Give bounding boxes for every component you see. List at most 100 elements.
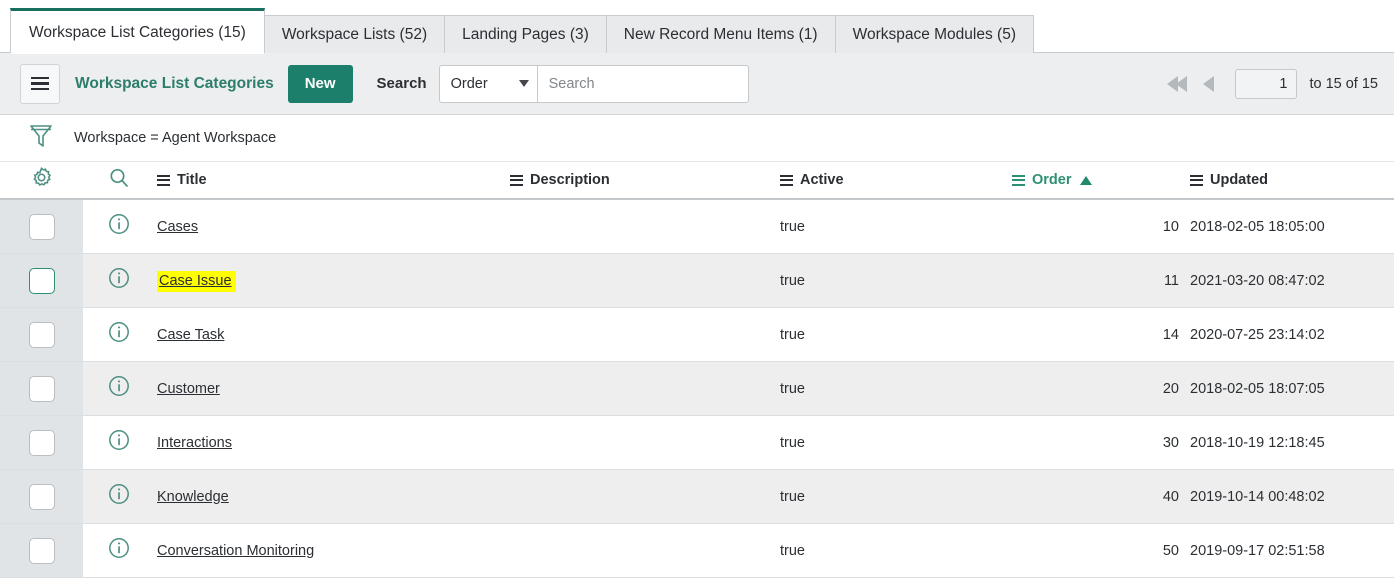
info-icon[interactable] (107, 428, 131, 457)
table-row[interactable]: Cases true 10 2018-02-05 18:05:00 (0, 200, 1394, 254)
sort-ascending-icon (1079, 175, 1092, 185)
info-icon[interactable] (107, 374, 131, 403)
row-checkbox[interactable] (28, 213, 55, 240)
row-title-link[interactable]: Customer (157, 381, 220, 397)
row-title-link[interactable]: Knowledge (157, 489, 229, 505)
row-select-cell (0, 416, 83, 469)
row-info-cell (83, 470, 155, 523)
column-header-updated[interactable]: Updated (1190, 172, 1394, 188)
row-order-value: 20 (1162, 380, 1179, 397)
row-order-value: 14 (1162, 326, 1179, 343)
row-order-cell: 11 (990, 272, 1190, 290)
info-icon[interactable] (107, 266, 131, 295)
row-select-cell (0, 470, 83, 523)
column-header-title-label: Title (177, 172, 207, 188)
row-updated-cell: 2018-02-05 18:07:05 (1190, 380, 1394, 398)
table-row[interactable]: Customer true 20 2018-02-05 18:07:05 (0, 362, 1394, 416)
list-toolbar: Workspace List Categories New Search Ord… (0, 53, 1394, 115)
row-title-cell: Case Issue (155, 270, 510, 292)
table-row[interactable]: Case Task true 14 2020-07-25 23:14:02 (0, 308, 1394, 362)
table-row[interactable]: Case Issue true 11 2021-03-20 08:47:02 (0, 254, 1394, 308)
previous-page-button[interactable] (1198, 72, 1219, 96)
info-icon[interactable] (107, 482, 131, 511)
info-icon[interactable] (107, 212, 131, 241)
funnel-icon[interactable] (28, 122, 54, 155)
info-icon[interactable] (107, 320, 131, 349)
tab-strip: Workspace List Categories (15) Workspace … (0, 0, 1394, 54)
tab-3[interactable]: New Record Menu Items (1) (605, 15, 836, 53)
row-updated-value: 2018-02-05 18:07:05 (1190, 380, 1325, 397)
row-checkbox[interactable] (28, 321, 55, 348)
column-header-active[interactable]: Active (780, 172, 990, 188)
column-menu-icon (157, 174, 170, 186)
column-menu-icon (1012, 174, 1025, 186)
row-select-cell (0, 524, 83, 577)
row-title-link[interactable]: Case Issue (157, 270, 236, 292)
row-info-cell (83, 362, 155, 415)
chevron-down-icon (518, 80, 529, 87)
info-icon[interactable] (107, 536, 131, 565)
row-active-text: true (780, 380, 805, 397)
row-order-value: 40 (1162, 488, 1179, 505)
column-header-description-cell: Description (510, 172, 780, 188)
row-order-value: 11 (1163, 272, 1179, 289)
row-updated-cell: 2018-10-19 12:18:45 (1190, 434, 1394, 452)
row-active-cell: true (780, 542, 990, 560)
row-order-value: 50 (1162, 542, 1179, 559)
row-updated-cell: 2020-07-25 23:14:02 (1190, 326, 1394, 344)
row-active-cell: true (780, 434, 990, 452)
column-menu-icon (1190, 174, 1203, 186)
hamburger-icon (31, 76, 49, 91)
row-active-cell: true (780, 272, 990, 290)
filter-condition-text[interactable]: Workspace = Agent Workspace (74, 130, 276, 146)
row-checkbox[interactable] (28, 375, 55, 402)
row-checkbox[interactable] (28, 429, 55, 456)
table-header-row: Title Description Active Order Updated (0, 162, 1394, 200)
new-button[interactable]: New (287, 64, 353, 103)
column-header-order[interactable]: Order (990, 172, 1190, 188)
list-menu-button[interactable] (20, 63, 60, 104)
list-title-link[interactable]: Workspace List Categories (75, 75, 274, 93)
column-header-order-cell: Order (990, 172, 1190, 188)
row-active-text: true (780, 272, 805, 289)
tab-0[interactable]: Workspace List Categories (15) (10, 8, 265, 54)
first-page-button[interactable] (1162, 72, 1192, 96)
row-order-value: 10 (1162, 218, 1179, 235)
row-active-cell: true (780, 218, 990, 236)
row-order-cell: 40 (990, 488, 1190, 506)
row-title-link[interactable]: Cases (157, 219, 198, 235)
tab-2[interactable]: Landing Pages (3) (444, 15, 607, 53)
row-title-link[interactable]: Conversation Monitoring (157, 543, 314, 559)
tab-1[interactable]: Workspace Lists (52) (263, 15, 446, 53)
table-row[interactable]: Interactions true 30 2018-10-19 12:18:45 (0, 416, 1394, 470)
table-row[interactable]: Conversation Monitoring true 50 2019-09-17 … (0, 524, 1394, 578)
column-header-title[interactable]: Title (157, 172, 510, 188)
row-updated-value: 2019-09-17 02:51:58 (1190, 542, 1325, 559)
tab-4[interactable]: Workspace Modules (5) (834, 15, 1034, 53)
left-arrow-icon (1203, 75, 1215, 92)
row-select-cell (0, 200, 83, 253)
row-active-text: true (780, 488, 805, 505)
column-header-description[interactable]: Description (510, 172, 780, 188)
row-updated-cell: 2019-10-14 00:48:02 (1190, 488, 1394, 506)
row-checkbox[interactable] (28, 267, 55, 294)
search-icon[interactable] (107, 166, 131, 195)
row-title-cell: Cases (155, 218, 510, 236)
row-info-cell (83, 200, 155, 253)
column-header-updated-label: Updated (1210, 172, 1268, 188)
search-field-select[interactable]: Order (440, 65, 538, 102)
search-input[interactable] (537, 65, 748, 102)
row-order-cell: 50 (990, 542, 1190, 560)
table-row[interactable]: Knowledge true 40 2019-10-14 00:48:02 (0, 470, 1394, 524)
gear-icon[interactable] (29, 165, 54, 195)
row-select-cell (0, 308, 83, 361)
row-checkbox[interactable] (28, 483, 55, 510)
row-title-link[interactable]: Case Task (157, 327, 224, 343)
row-title-link[interactable]: Interactions (157, 435, 232, 451)
row-title-cell: Conversation Monitoring (155, 542, 510, 560)
page-number-input[interactable] (1235, 68, 1298, 99)
row-info-cell (83, 254, 155, 307)
column-header-description-label: Description (530, 172, 610, 188)
row-select-cell (0, 362, 83, 415)
row-active-text: true (780, 542, 805, 559)
